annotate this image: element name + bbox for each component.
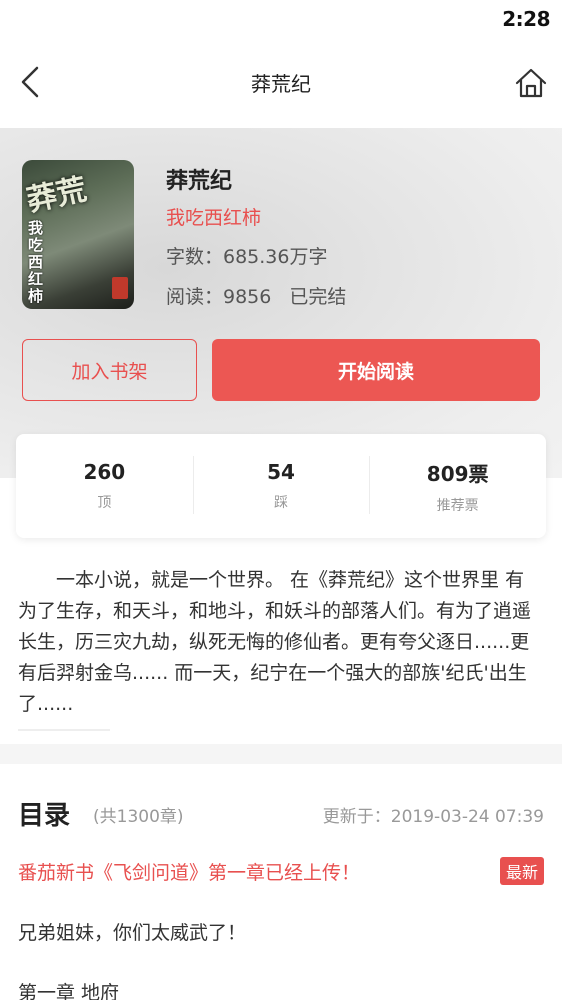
stat-upvote[interactable]: 260 顶 [16,434,193,538]
start-reading-button[interactable]: 开始阅读 [212,339,540,401]
home-button[interactable] [510,62,552,104]
stat-value: 260 [83,460,126,484]
cover-author-text: 我吃西红柿 [28,219,44,305]
stat-label: 踩 [274,495,288,511]
stat-label: 顶 [97,495,112,511]
toc-title: 目录 [18,801,71,831]
cover-publisher-badge [112,277,128,299]
home-icon [515,68,547,98]
toc-chapter-count: (共1300章) [93,807,184,827]
book-intro: 一本小说，就是一个世界。 在《莽荒纪》这个世界里 有为了生存，和天斗，和地斗，和… [18,569,532,715]
stat-value: 809票 [426,461,489,486]
status-bar: 2:28 [0,0,562,40]
book-cover[interactable]: 莽荒 我吃西红柿 [22,160,134,309]
book-word-count: 字数：685.36万字 [166,246,328,268]
section-separator [0,744,562,764]
new-badge: 最新 [499,857,544,885]
book-author[interactable]: 我吃西红柿 [166,203,261,230]
stat-value: 54 [267,460,295,484]
page-title: 莽荒纪 [251,72,311,96]
chapter-title: 第一章 地府 [18,982,120,1000]
book-read-count: 阅读：9856 [166,286,272,308]
chapter-item[interactable]: 第一章 地府 [18,978,544,1000]
nav-bar: 莽荒纪 [0,40,562,126]
chapter-item[interactable]: 番茄新书《飞剑问道》第一章已经上传！ 最新 [18,857,544,885]
book-read-info: 阅读：9856 已完结 [166,282,346,309]
status-time: 2:28 [502,7,550,31]
cover-art-title: 莽荒 [23,172,90,219]
stat-recommend[interactable]: 809票 推荐票 [369,434,546,538]
intro-divider [18,729,110,731]
book-status: 已完结 [289,286,347,308]
chapter-title: 兄弟姐妹，你们太威武了！ [18,922,247,944]
chapter-title: 番茄新书《飞剑问道》第一章已经上传！ [18,862,361,884]
stat-downvote[interactable]: 54 踩 [192,434,370,538]
stats-card: 260 顶 54 踩 809票 推荐票 [16,434,546,538]
book-title: 莽荒纪 [166,169,233,194]
toc-update-time: 更新于：2019-03-24 07:39 [322,807,544,827]
add-to-shelf-button[interactable]: 加入书架 [22,339,197,401]
stat-label: 推荐票 [436,497,479,514]
chapter-item[interactable]: 兄弟姐妹，你们太威武了！ [18,918,544,945]
